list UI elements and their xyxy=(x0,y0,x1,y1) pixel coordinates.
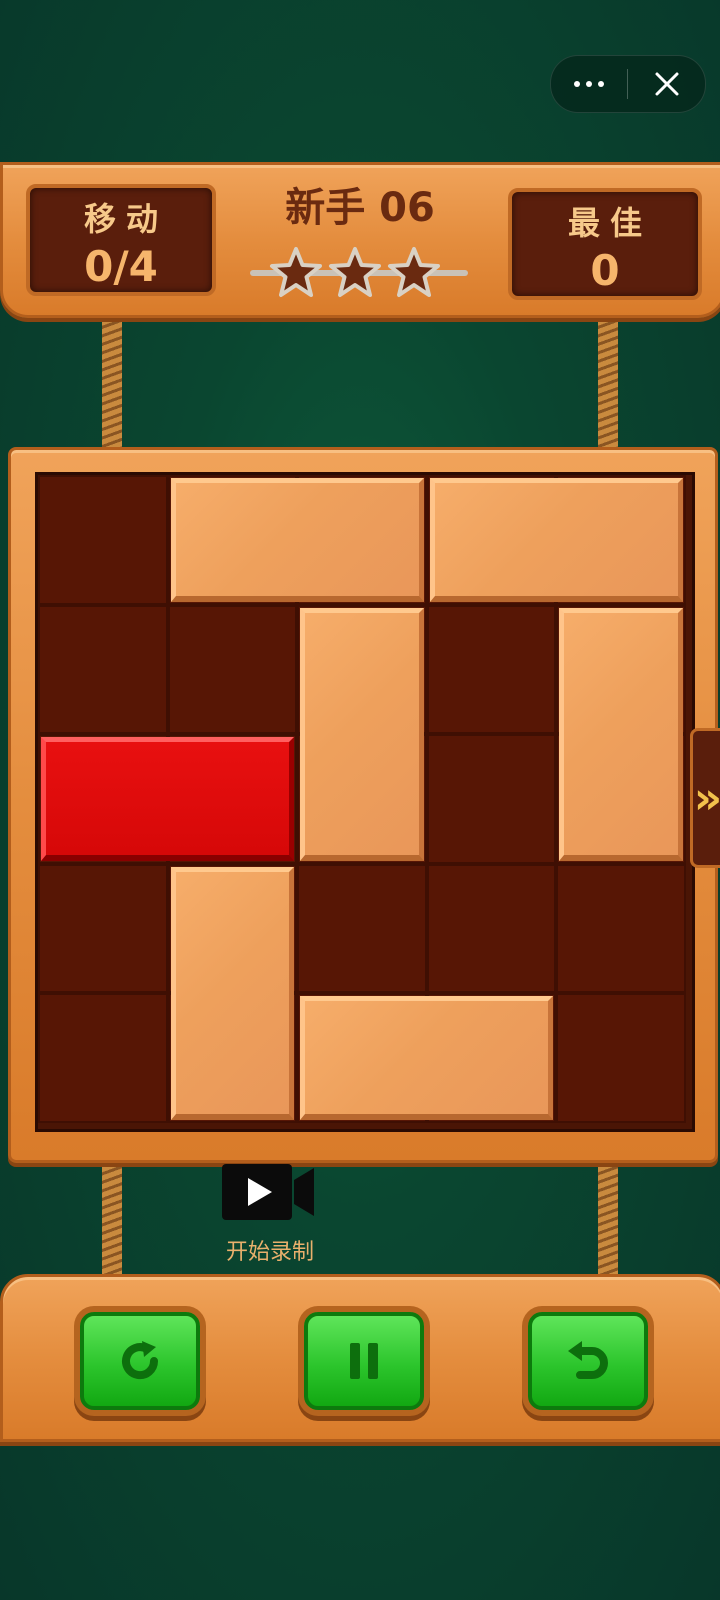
wood-block-2[interactable] xyxy=(429,478,683,602)
wood-block-5[interactable] xyxy=(170,866,295,1120)
rope-left-top xyxy=(102,312,122,452)
restart-button[interactable] xyxy=(80,1312,200,1410)
board-cell xyxy=(297,863,427,994)
puzzle-board xyxy=(35,472,695,1132)
mini-program-capsule xyxy=(550,55,706,113)
board-cell xyxy=(426,734,557,864)
more-dots-icon[interactable] xyxy=(551,56,627,112)
star-icon xyxy=(327,245,383,301)
video-camera-icon[interactable] xyxy=(222,1162,316,1222)
best-label: 最佳 xyxy=(567,204,652,242)
undo-button[interactable] xyxy=(528,1312,648,1410)
target-block[interactable] xyxy=(41,737,295,861)
wood-block-4[interactable] xyxy=(559,607,683,861)
board-cell xyxy=(167,604,298,735)
best-panel: 最佳 0 xyxy=(508,188,702,300)
restart-icon xyxy=(122,1341,159,1380)
rope-right-bottom xyxy=(598,1150,618,1280)
wood-block-6[interactable] xyxy=(300,996,554,1120)
board-cell xyxy=(426,863,557,994)
moves-value: 0/4 xyxy=(84,242,158,291)
wood-block-3[interactable] xyxy=(300,607,424,861)
pause-button[interactable] xyxy=(304,1312,424,1410)
rope-left-bottom xyxy=(102,1150,122,1280)
level-title: 新手 06 xyxy=(285,185,435,231)
undo-icon xyxy=(568,1341,608,1379)
rope-right-top xyxy=(598,312,618,452)
exit-arrow-icon: » xyxy=(690,728,720,868)
board-cell xyxy=(556,993,686,1123)
wood-block-1[interactable] xyxy=(170,478,424,602)
board-cell xyxy=(556,863,686,994)
board-cell xyxy=(38,993,168,1123)
start-recording-label[interactable]: 开始录制 xyxy=(200,1234,340,1266)
best-value: 0 xyxy=(590,246,620,295)
board-cell xyxy=(38,475,168,605)
moves-panel: 移动 0/4 xyxy=(26,184,216,296)
moves-label: 移动 xyxy=(83,200,168,238)
board-cell xyxy=(38,863,168,994)
star-icon xyxy=(386,245,442,301)
board-cell xyxy=(426,604,557,735)
pause-icon xyxy=(350,1343,378,1379)
star-icon xyxy=(268,245,324,301)
board-cell xyxy=(38,604,168,735)
close-icon[interactable] xyxy=(628,56,705,112)
